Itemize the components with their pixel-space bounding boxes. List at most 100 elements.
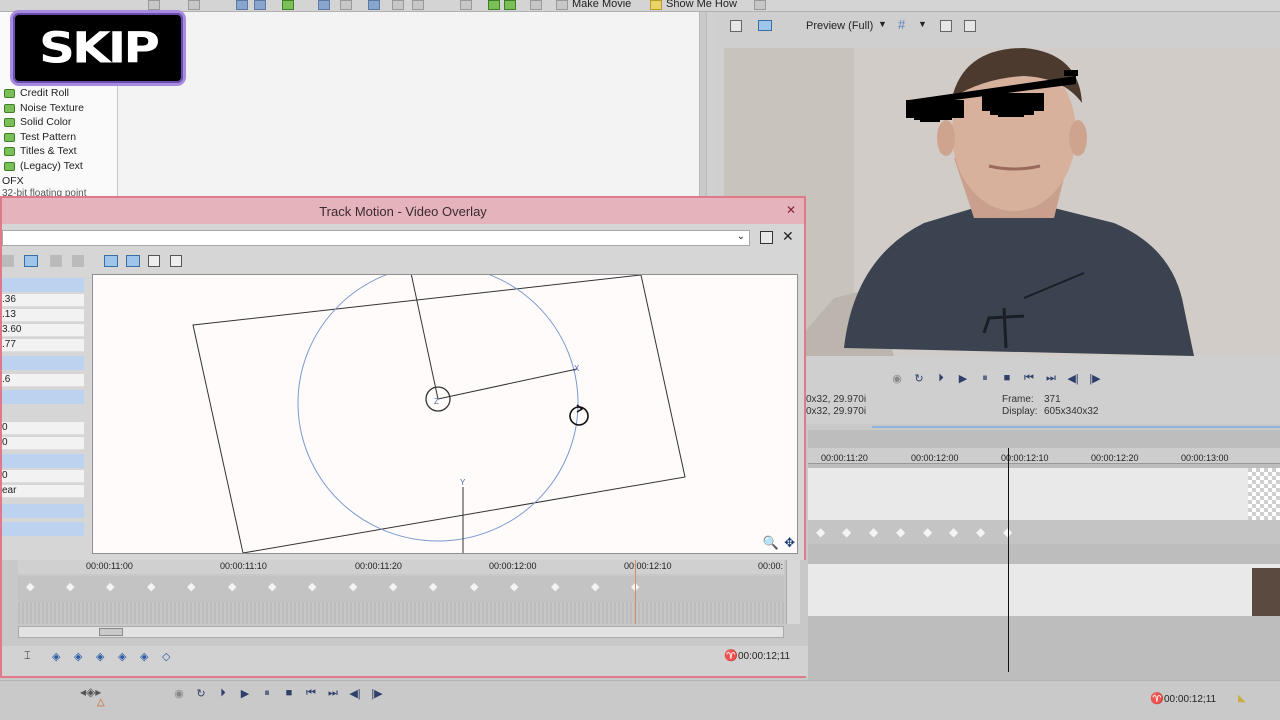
keyframe-diamond[interactable]: ◆ [106,580,114,593]
lock-aspect-icon[interactable] [50,255,62,267]
keyframe-diamond[interactable]: ◆ [896,525,905,539]
property-group-header[interactable] [2,522,84,536]
chevron-down-icon[interactable]: ▼ [918,19,927,29]
dialog-title-bar[interactable]: Track Motion - Video Overlay ✕ [2,198,804,224]
make-movie-icon[interactable] [556,0,568,10]
show-me-how-button[interactable]: Show Me How [666,0,737,10]
whats-this-icon[interactable] [754,0,766,10]
tree-item-test-pattern[interactable]: Test Pattern [4,130,76,144]
keyframe-diamond[interactable]: ◆ [429,580,437,593]
keyframe-diamond[interactable]: ◆ [470,580,478,593]
prevent-movement-x-icon[interactable] [104,255,118,267]
region-icon[interactable] [488,0,500,10]
overlay-clip-thumbnail[interactable] [1248,468,1280,520]
keyframe-diamond[interactable]: ◆ [147,580,155,593]
delete-preset-icon[interactable]: ✕ [782,228,794,245]
playhead-cursor[interactable] [1008,448,1009,672]
render-icon[interactable] [530,0,542,10]
prevent-sizing-y-icon[interactable] [170,255,182,267]
delete-keyframe-icon[interactable]: ◇ [162,650,170,663]
keyframe-diamond[interactable]: ◆ [268,580,276,593]
property-value[interactable]: .77 [2,339,84,352]
tree-item-legacy-text[interactable]: (Legacy) Text [4,159,83,173]
go-to-end-icon[interactable]: ⏭ [1044,372,1058,384]
lock-envelopes-icon[interactable] [392,0,404,10]
play-icon[interactable]: ▶ [956,372,970,385]
close-icon[interactable]: ✕ [784,203,798,217]
tree-item-credit-roll[interactable]: Credit Roll [4,86,69,100]
keyframe-lane[interactable]: ◆ ◆ ◆ ◆ ◆ ◆ ◆ ◆ [808,520,1280,544]
preview-quality-dropdown[interactable]: Preview (Full) [806,20,873,32]
keyframe-diamond[interactable]: ◆ [949,525,958,539]
prevent-movement-y-icon[interactable] [126,255,140,267]
keyframe-diamond[interactable]: ◆ [923,525,932,539]
keyframe-diamond[interactable]: ◆ [816,525,825,539]
previous-keyframe-icon[interactable]: ◈ [74,650,82,663]
save-preset-icon[interactable] [760,231,773,244]
snap-icon[interactable] [340,0,352,10]
property-group-header[interactable] [2,356,84,370]
zoom-icon[interactable]: 🔍 [763,535,779,551]
go-to-start-icon[interactable]: ⏮ [304,687,318,699]
property-value[interactable]: .36 [2,294,84,307]
keyframe-diamond[interactable]: ◆ [349,580,357,593]
video-clip-thumbnail[interactable] [1252,568,1280,616]
keyframe-diamond[interactable]: ◆ [308,580,316,593]
selection-tool-icon[interactable] [282,0,294,10]
pause-icon[interactable]: ⏸ [260,687,274,699]
vertical-scrollbar[interactable] [786,560,800,624]
next-keyframe-icon[interactable]: ◈ [96,650,104,663]
external-monitor-icon[interactable] [758,20,772,31]
property-value[interactable]: 3.60 [2,324,84,337]
next-frame-icon[interactable]: |▶ [1088,372,1102,385]
prevent-sizing-x-icon[interactable] [148,255,160,267]
play-from-start-icon[interactable]: ⏵ [216,687,230,699]
envelope-tool-icon[interactable] [254,0,266,10]
help-icon[interactable] [650,0,662,10]
splitter-handle[interactable] [706,12,716,197]
horizontal-scrollbar[interactable] [18,626,784,638]
tree-item-32bit[interactable]: 32-bit floating point [2,188,87,196]
stop-icon[interactable]: ■ [282,687,296,699]
property-value[interactable]: ear [2,485,84,498]
redo-icon[interactable] [188,0,200,10]
loop-playback-icon[interactable]: ↻ [194,687,208,700]
scrollbar-thumb[interactable] [99,628,123,636]
copy-snapshot-icon[interactable] [940,20,952,32]
scrub-progress-bar[interactable] [872,426,1280,428]
move-view-icon[interactable]: ✥ [784,535,795,551]
auto-ripple-icon[interactable] [368,0,380,10]
property-group-header[interactable] [2,390,84,404]
go-to-start-icon[interactable]: ⏮ [1022,372,1036,384]
video-overlay-track[interactable] [808,468,1280,520]
stop-icon[interactable]: ■ [1000,372,1014,384]
keyframe-diamond[interactable]: ◆ [389,580,397,593]
keyframe-diamond[interactable]: ◆ [66,580,74,593]
tree-item-titles-text[interactable]: Titles & Text [4,144,77,158]
keyframe-diamond[interactable]: ◆ [591,580,599,593]
property-value[interactable]: 0 [2,422,84,435]
marker-icon[interactable] [460,0,472,10]
zoom-tool-icon[interactable] [318,0,330,10]
add-keyframe-icon[interactable]: ◈ [140,650,148,663]
loop-playback-icon[interactable]: ↻ [912,372,926,385]
last-keyframe-icon[interactable]: ◈ [118,650,126,663]
dialog-playhead[interactable] [635,560,636,624]
loop-icon[interactable] [504,0,516,10]
keyframe-diamond[interactable]: ◆ [842,525,851,539]
keyframe-row-position[interactable]: ◆ ◆ ◆ ◆ ◆ ◆ ◆ ◆ ◆ ◆ ◆ ◆ ◆ ◆ ◆ ◆ [18,576,784,602]
video-track[interactable] [808,564,1280,616]
scale-about-center-icon[interactable] [72,255,84,267]
save-snapshot-icon[interactable] [964,20,976,32]
keyframe-diamond[interactable]: ◆ [976,525,985,539]
keyframe-diamond[interactable]: ◆ [26,580,34,593]
property-group-header[interactable] [2,278,84,292]
ignore-grouping-icon[interactable] [412,0,424,10]
property-group-header[interactable] [2,504,84,518]
property-value[interactable]: .6 [2,374,84,387]
play-from-start-icon[interactable]: ⏵ [934,372,948,384]
chevron-down-icon[interactable]: ▼ [878,19,887,29]
overlays-grid-icon[interactable]: # [898,17,905,32]
go-to-end-icon[interactable]: ⏭ [326,687,340,699]
sync-cursor-icon[interactable]: ⌶ [24,650,31,663]
